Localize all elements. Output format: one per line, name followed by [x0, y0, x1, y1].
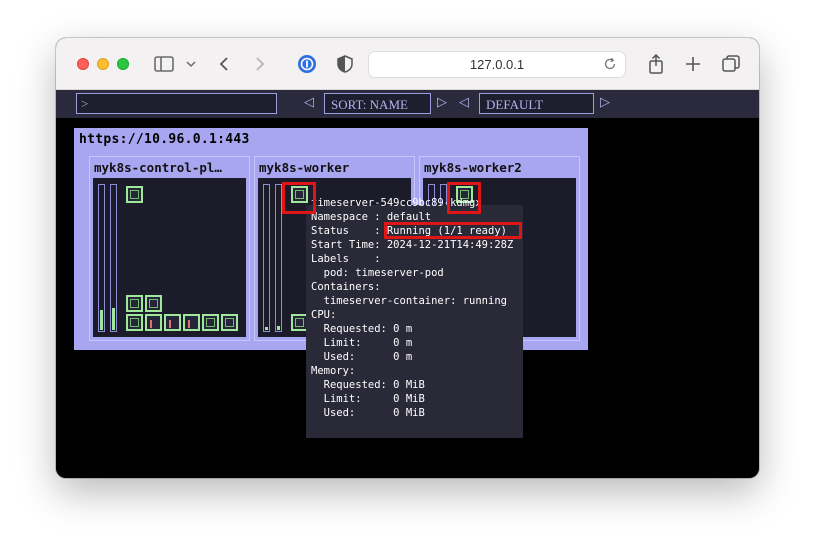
shield-icon[interactable] [334, 52, 356, 76]
node-name: myk8s-worker [259, 160, 350, 175]
pod[interactable] [221, 314, 238, 331]
pod[interactable] [145, 295, 162, 312]
tooltip-mem-used: Used: 0 MiB [311, 407, 425, 419]
sort-next-arrow[interactable]: ▷ [437, 95, 447, 111]
node-card[interactable]: myk8s-control-pl… [89, 156, 250, 341]
node-name: myk8s-control-pl… [94, 160, 222, 175]
chevron-down-icon[interactable] [184, 52, 198, 76]
back-icon[interactable] [214, 52, 234, 76]
app-toolbar: > ◁ SORT: NAME ▷ ◁ DEFAULT ▷ [56, 90, 759, 118]
tooltip-cpu-used: Used: 0 m [311, 351, 413, 363]
node-name: myk8s-worker2 [424, 160, 522, 175]
forward-icon[interactable] [250, 52, 270, 76]
cpu-gauge [263, 184, 270, 332]
password-icon[interactable] [296, 52, 318, 76]
new-tab-icon[interactable] [682, 52, 704, 76]
title-bar: 127.0.0.1 [56, 38, 759, 90]
cpu-gauge [98, 184, 105, 332]
tooltip-cpu-requested: Requested: 0 m [311, 323, 413, 335]
tooltip-start-time: Start Time: 2024-12-21T14:49:28Z [311, 239, 514, 251]
cluster-canvas: https://10.96.0.1:443 myk8s-control-pl… [56, 118, 759, 478]
pod[interactable] [126, 314, 143, 331]
tooltip-labels-header: Labels : [311, 253, 381, 265]
pod[interactable] [202, 314, 219, 331]
minimize-window-button[interactable] [97, 58, 109, 70]
tooltip-memory-header: Memory: [311, 365, 356, 377]
namespace-selector[interactable]: DEFAULT [479, 93, 594, 114]
node-body [93, 178, 246, 337]
sidebar-icon[interactable] [152, 52, 176, 76]
reload-icon[interactable] [603, 57, 617, 74]
sort-selector[interactable]: SORT: NAME [324, 93, 431, 114]
tooltip-mem-limit: Limit: 0 MiB [311, 393, 425, 405]
tooltip-mem-requested: Requested: 0 MiB [311, 379, 425, 391]
pod[interactable] [126, 295, 143, 312]
sort-prev-arrow[interactable]: ◁ [304, 95, 314, 111]
pod[interactable] [126, 186, 143, 203]
memory-gauge [110, 184, 117, 332]
highlight-box [282, 182, 316, 214]
namespace-prev-arrow[interactable]: ◁ [459, 95, 469, 111]
highlight-box [384, 222, 522, 239]
tooltip-cpu-header: CPU: [311, 309, 337, 321]
zoom-window-button[interactable] [117, 58, 129, 70]
tooltip-cpu-limit: Limit: 0 m [311, 337, 413, 349]
pod-tooltip: timeserver-549cc9bc89-kdmgx Namespace : … [306, 197, 523, 438]
address-text: 127.0.0.1 [469, 57, 525, 72]
memory-gauge [275, 184, 282, 332]
tabs-overview-icon[interactable] [720, 52, 742, 76]
share-icon[interactable] [645, 52, 667, 76]
close-window-button[interactable] [77, 58, 89, 70]
tooltip-containers-header: Containers: [311, 281, 381, 293]
filter-input[interactable]: > [76, 93, 277, 114]
browser-window: 127.0.0.1 > ◁ SORT: NAME ▷ ◁ DEFAULT ▷ h… [56, 38, 759, 478]
highlight-box [447, 182, 481, 214]
tooltip-label-pod: pod: timeserver-pod [311, 267, 444, 279]
address-bar[interactable]: 127.0.0.1 [368, 51, 626, 78]
pod[interactable] [164, 314, 181, 331]
pod[interactable] [145, 314, 162, 331]
pod[interactable] [183, 314, 200, 331]
tooltip-container: timeserver-container: running [311, 295, 507, 307]
namespace-next-arrow[interactable]: ▷ [600, 95, 610, 111]
cluster-url: https://10.96.0.1:443 [79, 132, 250, 147]
tooltip-status-label: Status : [311, 225, 387, 237]
